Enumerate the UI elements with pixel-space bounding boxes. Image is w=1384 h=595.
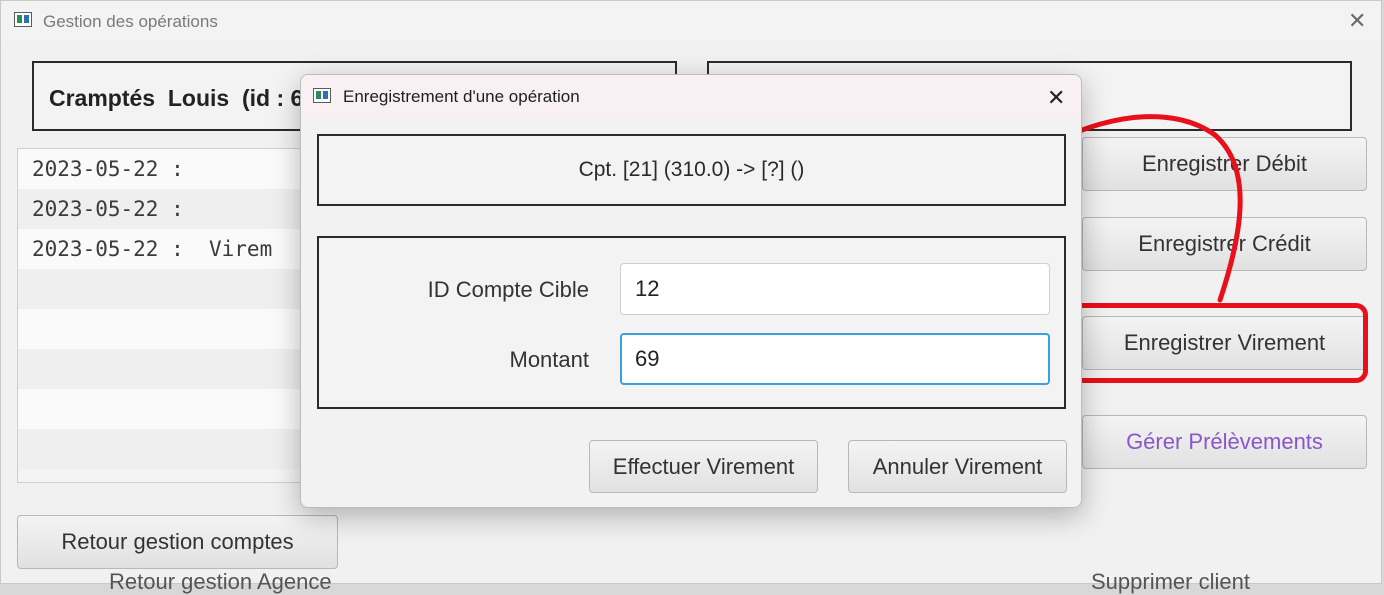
list-item[interactable] [18,309,316,349]
amount-label: Montant [509,347,590,372]
list-item[interactable]: 2023-05-22 : Virem [18,229,316,269]
list-item[interactable] [18,349,316,389]
target-account-input[interactable]: 12 [620,263,1050,315]
transfer-summary-text: Cpt. [21] (310.0) -> [?] () [578,158,805,181]
annuler-virement-button[interactable]: Annuler Virement [848,440,1067,493]
operation-dialog: Enregistrement d'une opération ✕ Cpt. [2… [300,74,1082,508]
app-icon [14,12,32,27]
account-label: Cramptés Louis (id : 6 [49,85,304,111]
effectuer-virement-button[interactable]: Effectuer Virement [589,440,818,493]
dialog-close-icon[interactable]: ✕ [1047,87,1065,109]
transfer-form: ID Compte Cible 12 Montant 69 [317,236,1066,409]
enregistrer-debit-button[interactable]: Enregistrer Débit [1082,137,1367,191]
main-window-title: Gestion des opérations [43,12,218,31]
dialog-app-icon [313,88,331,103]
annotation-highlight-box [1066,303,1368,383]
list-item[interactable] [18,269,316,309]
footer-peek-right: Supprimer client [1091,569,1250,594]
target-account-label: ID Compte Cible [427,277,589,302]
amount-input[interactable]: 69 [620,333,1050,385]
list-item[interactable] [18,389,316,429]
main-close-icon[interactable]: ✕ [1348,10,1366,32]
list-item[interactable] [18,429,316,469]
retour-gestion-comptes-button[interactable]: Retour gestion comptes [17,515,338,569]
list-item[interactable]: 2023-05-22 : [18,149,316,189]
operations-list[interactable]: 2023-05-22 : 2023-05-22 : 2023-05-22 : V… [17,148,317,483]
gerer-prelevements-button[interactable]: Gérer Prélèvements [1082,415,1367,469]
list-item[interactable]: 2023-05-22 : [18,189,316,229]
dialog-titlebar: Enregistrement d'une opération ✕ [301,75,1081,119]
enregistrer-credit-button[interactable]: Enregistrer Crédit [1082,217,1367,271]
footer-peek-left: Retour gestion Agence [109,569,332,594]
transfer-summary: Cpt. [21] (310.0) -> [?] () [317,134,1066,206]
main-titlebar: Gestion des opérations ✕ [1,1,1381,41]
dialog-title: Enregistrement d'une opération [343,87,580,106]
